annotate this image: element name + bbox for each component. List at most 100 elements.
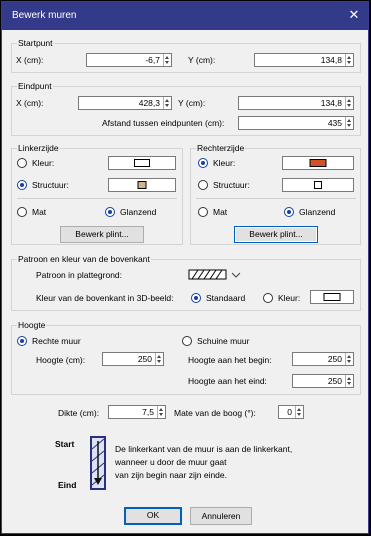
left-texture-picker[interactable] <box>108 178 176 192</box>
distance-spinner[interactable] <box>345 117 353 129</box>
standard-radio[interactable] <box>191 293 201 303</box>
end-height-spinner[interactable] <box>345 375 353 387</box>
left-color-picker[interactable] <box>108 156 176 170</box>
eindpunt-label: Eindpunt <box>17 81 53 91</box>
right-texture-picker[interactable] <box>282 178 354 192</box>
left-edit-baseboard-button[interactable]: Bewerk plint... <box>60 226 144 243</box>
end-x-value: 428,3 <box>138 98 160 108</box>
start-height-field[interactable]: 250 <box>292 352 354 366</box>
dialog-window: Bewerk muren ✕ Startpunt X (cm): -6,7 Y … <box>1 1 369 534</box>
top-color-swatch <box>323 293 341 301</box>
right-color-picker[interactable] <box>282 156 354 170</box>
start-height-label: Hoogte aan het begin: <box>188 355 272 365</box>
right-matt-label: Mat <box>213 207 228 217</box>
left-texture-radio[interactable] <box>17 180 27 190</box>
start-y-field[interactable]: 134,8 <box>254 53 354 67</box>
start-x-label: X (cm): <box>16 55 44 65</box>
arc-field[interactable]: 0 <box>278 405 304 419</box>
end-y-label: Y (cm): <box>178 98 206 108</box>
left-texture-label: Structuur: <box>32 180 69 190</box>
end-x-spinner[interactable] <box>163 97 171 109</box>
top-color-label: Kleur van de bovenkant in 3D-beeld: <box>36 293 174 303</box>
left-matt-label: Mat <box>32 207 47 217</box>
wall-direction-icon <box>90 436 106 490</box>
start-x-value: -6,7 <box>145 55 160 65</box>
right-color-radio[interactable] <box>198 158 208 168</box>
left-side-label: Linkerzijde <box>17 143 60 153</box>
height-label: Hoogte (cm): <box>36 355 86 365</box>
right-color-swatch <box>309 159 327 167</box>
standard-label: Standaard <box>206 293 246 303</box>
thickness-field[interactable]: 7,5 <box>108 405 166 419</box>
right-divider <box>196 198 356 199</box>
left-texture-swatch <box>137 181 147 189</box>
start-x-field[interactable]: -6,7 <box>86 53 172 67</box>
sloped-wall-radio[interactable] <box>182 336 192 346</box>
startpunt-label: Startpunt <box>17 38 54 48</box>
cancel-button[interactable]: Annuleren <box>190 507 252 525</box>
right-texture-swatch <box>314 181 322 189</box>
left-color-label: Kleur: <box>32 158 55 168</box>
arc-spinner[interactable] <box>295 406 303 418</box>
hatch-pattern-icon <box>188 269 241 280</box>
height-spinner[interactable] <box>155 353 163 365</box>
top-color-radio[interactable] <box>263 293 273 303</box>
end-height-value: 250 <box>327 376 342 386</box>
left-matt-radio[interactable] <box>17 207 27 217</box>
info-line-2: wanneer u door de muur gaat <box>115 457 227 467</box>
thickness-label: Dikte (cm): <box>58 408 100 418</box>
straight-wall-label: Rechte muur <box>32 336 81 346</box>
left-color-radio[interactable] <box>17 158 27 168</box>
left-gloss-radio[interactable] <box>105 207 115 217</box>
pattern-label: Patroon in plattegrond: <box>36 270 123 280</box>
start-caption: Start <box>55 439 75 449</box>
right-edit-baseboard-button[interactable]: Bewerk plint... <box>234 226 318 243</box>
close-icon[interactable]: ✕ <box>346 7 362 23</box>
left-divider <box>17 198 177 199</box>
end-x-label: X (cm): <box>16 98 44 108</box>
distance-field[interactable]: 435 <box>238 116 354 130</box>
start-x-spinner[interactable] <box>163 54 171 66</box>
arc-label: Mate van de boog (°): <box>174 408 256 418</box>
pattern-group-label: Patroon en kleur van de bovenkant <box>17 254 151 264</box>
window-title: Bewerk muren <box>12 10 77 21</box>
right-gloss-radio[interactable] <box>284 207 294 217</box>
pattern-dropdown[interactable] <box>188 268 242 282</box>
end-y-field[interactable]: 134,8 <box>238 96 354 110</box>
ok-button[interactable]: OK <box>124 507 182 525</box>
distance-value: 435 <box>327 118 342 128</box>
right-texture-label: Structuur: <box>213 180 250 190</box>
straight-wall-radio[interactable] <box>17 336 27 346</box>
info-line-1: De linkerkant van de muur is aan de link… <box>115 444 293 454</box>
end-caption: Eind <box>58 480 77 490</box>
end-height-label: Hoogte aan het eind: <box>188 376 267 386</box>
start-y-label: Y (cm): <box>188 55 216 65</box>
top-color-picker[interactable] <box>310 290 354 304</box>
right-side-label: Rechterzijde <box>196 143 246 153</box>
left-color-swatch <box>134 159 150 167</box>
end-x-field[interactable]: 428,3 <box>78 96 172 110</box>
distance-label: Afstand tussen eindpunten (cm): <box>102 118 225 128</box>
arc-value: 0 <box>287 407 292 417</box>
pattern-group: Patroon en kleur van de bovenkant <box>11 254 361 311</box>
right-texture-radio[interactable] <box>198 180 208 190</box>
right-matt-radio[interactable] <box>198 207 208 217</box>
end-height-field[interactable]: 250 <box>292 374 354 388</box>
sloped-wall-label: Schuine muur <box>197 336 250 346</box>
start-height-spinner[interactable] <box>345 353 353 365</box>
start-y-value: 134,8 <box>320 55 342 65</box>
start-y-spinner[interactable] <box>345 54 353 66</box>
height-field[interactable]: 250 <box>102 352 164 366</box>
right-gloss-label: Glanzend <box>299 207 336 217</box>
thickness-value: 7,5 <box>142 407 154 417</box>
right-color-label: Kleur: <box>213 158 236 168</box>
start-height-value: 250 <box>327 354 342 364</box>
height-value: 250 <box>137 354 152 364</box>
thickness-spinner[interactable] <box>157 406 165 418</box>
end-y-value: 134,8 <box>320 98 342 108</box>
title-bar: Bewerk muren ✕ <box>2 2 368 30</box>
end-y-spinner[interactable] <box>345 97 353 109</box>
left-gloss-label: Glanzend <box>120 207 157 217</box>
top-color-radio-label: Kleur: <box>278 293 301 303</box>
height-group-label: Hoogte <box>17 320 47 330</box>
